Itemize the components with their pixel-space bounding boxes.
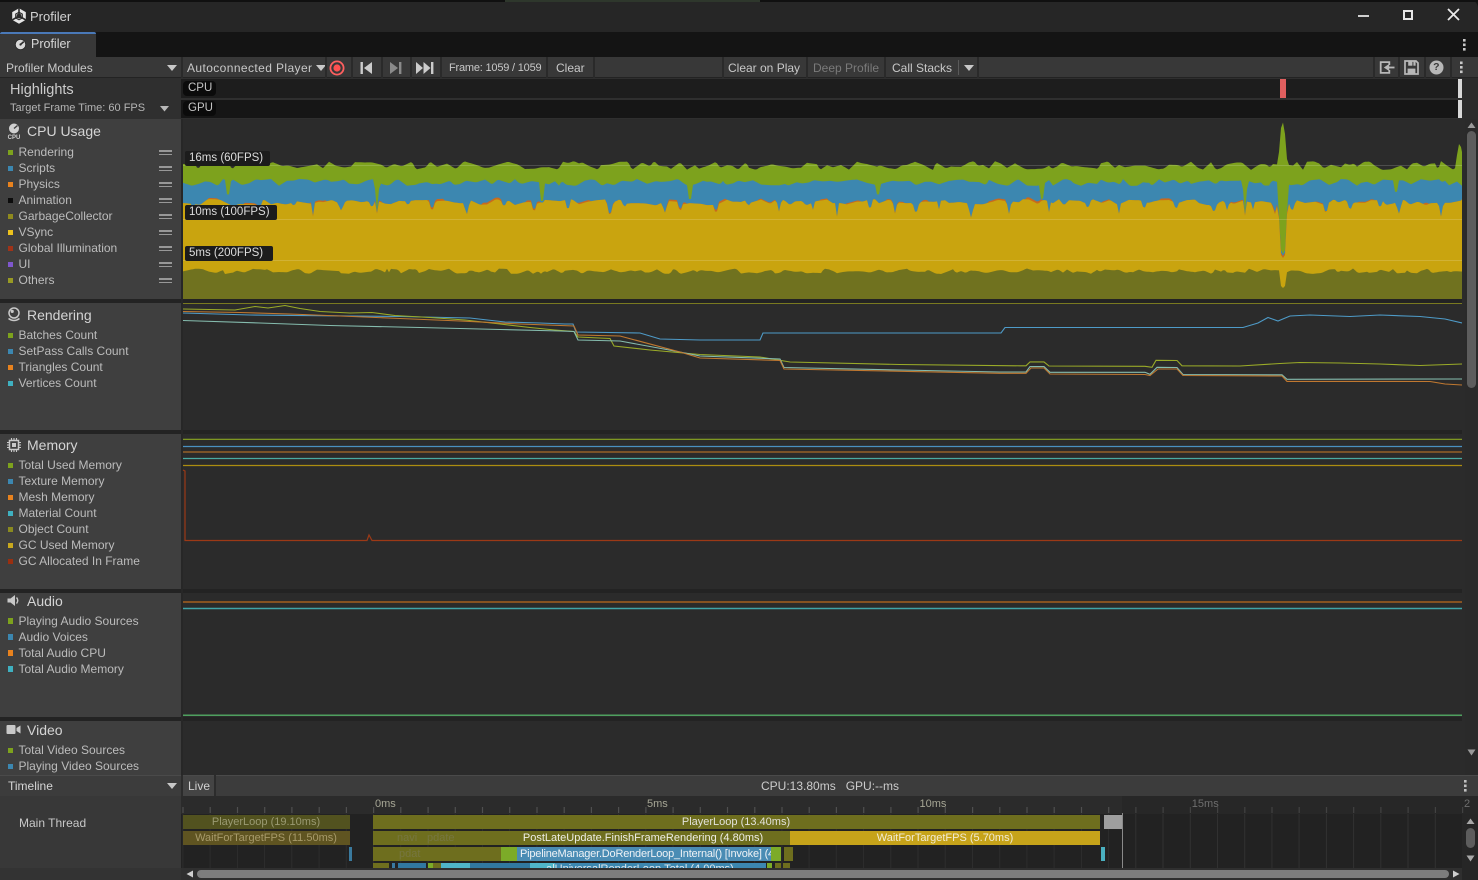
svg-text:CPU: CPU <box>8 135 21 140</box>
